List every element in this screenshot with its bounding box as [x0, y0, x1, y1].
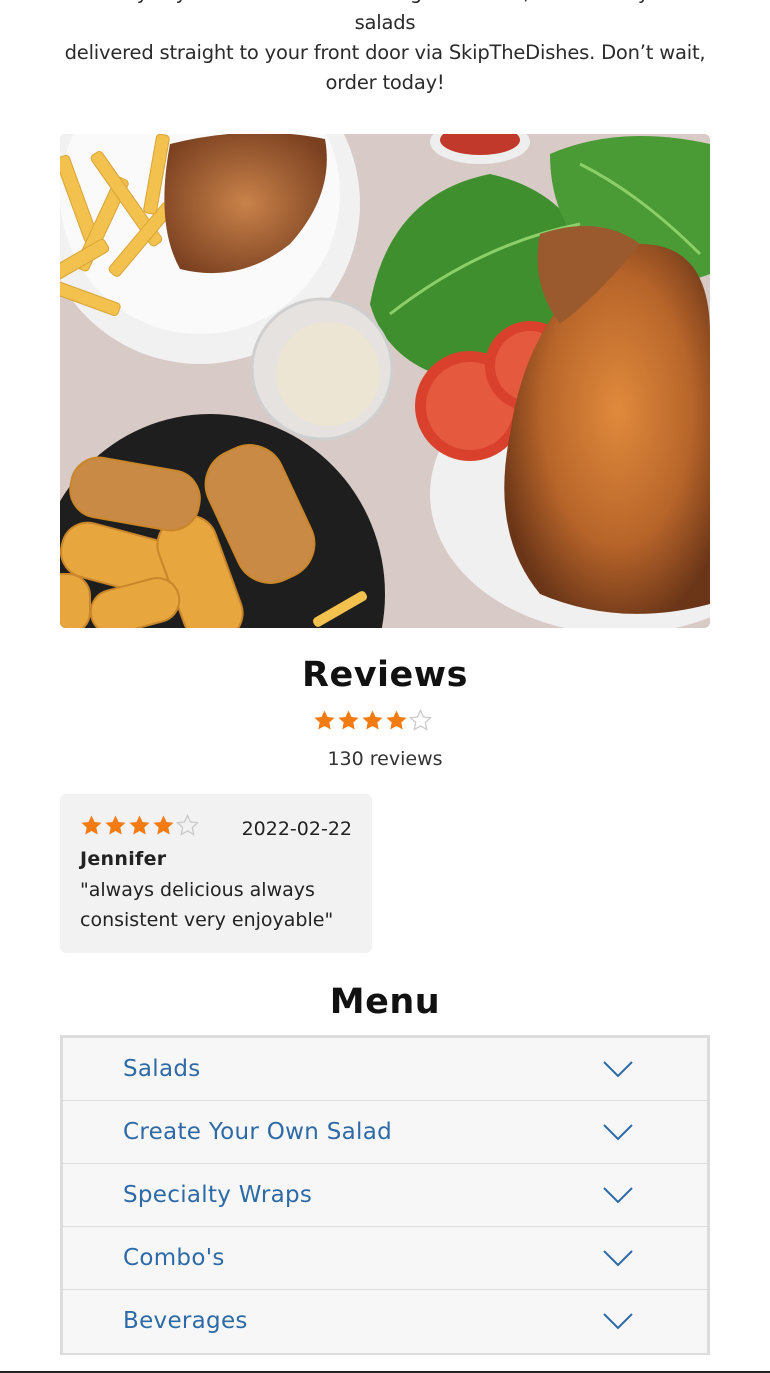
star-filled-icon: [338, 710, 359, 730]
chevron-down-icon: [603, 1124, 633, 1141]
menu-category-combos[interactable]: Combo's: [63, 1227, 707, 1290]
menu-category-label: Create Your Own Salad: [123, 1119, 393, 1145]
review-date: 2022-02-22: [241, 818, 352, 840]
menu-category-label: Specialty Wraps: [123, 1182, 313, 1208]
star-empty-icon: [409, 709, 432, 731]
menu-category-salads[interactable]: Salads: [63, 1038, 707, 1101]
chevron-down-icon: [603, 1187, 633, 1204]
reviews-heading: Reviews: [302, 655, 468, 695]
chevron-down-icon: [603, 1250, 633, 1267]
overall-rating-stars: [313, 709, 432, 732]
intro-paragraph: family. If you don’t feel like leaving t…: [60, 0, 710, 98]
menu-category-list: Salads Create Your Own Salad Specialty W…: [60, 1035, 710, 1355]
intro-line: order today!: [325, 71, 445, 94]
menu-category-specialty-wraps[interactable]: Specialty Wraps: [63, 1164, 707, 1227]
reviewer-name: Jennifer: [80, 848, 167, 870]
star-filled-icon: [386, 710, 407, 730]
star-filled-icon: [129, 815, 150, 835]
intro-line: family. If you don’t feel like leaving t…: [89, 0, 681, 34]
menu-category-beverages[interactable]: Beverages: [63, 1290, 707, 1353]
menu-category-label: Salads: [123, 1056, 201, 1082]
review-text: "always delicious always consistent very…: [80, 879, 334, 931]
menu-category-label: Beverages: [123, 1308, 248, 1334]
review-rating-stars: [80, 814, 199, 837]
menu-category-label: Combo's: [123, 1245, 225, 1271]
menu-category-create-your-own-salad[interactable]: Create Your Own Salad: [63, 1101, 707, 1164]
star-filled-icon: [314, 710, 335, 730]
chevron-down-icon: [603, 1061, 633, 1078]
food-photo: [60, 134, 710, 628]
star-empty-icon: [176, 814, 199, 836]
intro-line: delivered straight to your front door vi…: [64, 41, 706, 64]
review-card: 2022-02-22 Jennifer "always delicious al…: [60, 794, 372, 953]
star-filled-icon: [153, 815, 174, 835]
menu-heading: Menu: [329, 982, 441, 1022]
chevron-down-icon: [603, 1313, 633, 1330]
star-filled-icon: [81, 815, 102, 835]
review-count: 130 reviews: [327, 748, 443, 770]
star-filled-icon: [105, 815, 126, 835]
star-filled-icon: [362, 710, 383, 730]
